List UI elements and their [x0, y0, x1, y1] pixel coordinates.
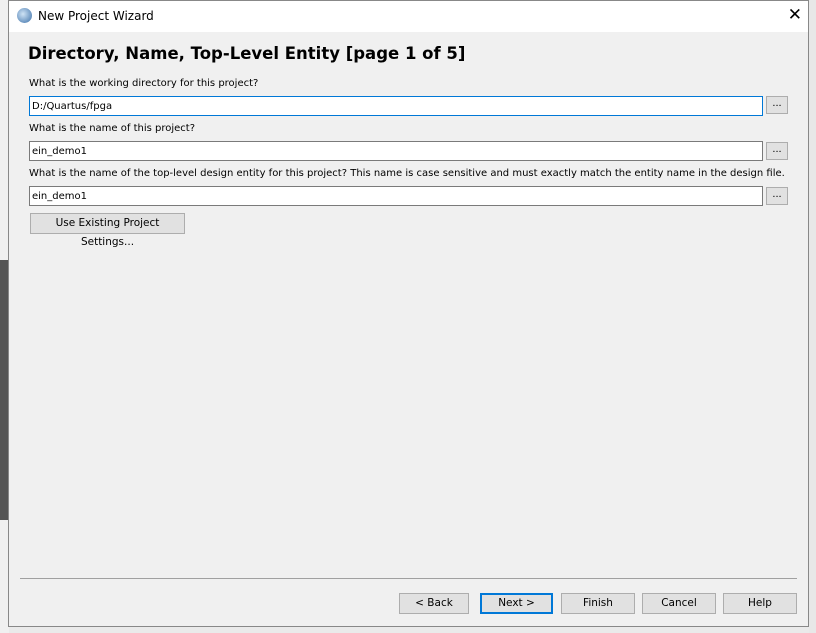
window-title: New Project Wizard — [38, 9, 154, 23]
browse-directory-button[interactable]: ... — [766, 96, 788, 114]
next-button[interactable]: Next > — [480, 593, 553, 614]
working-directory-input[interactable] — [29, 96, 763, 116]
divider — [20, 578, 797, 579]
page-title: Directory, Name, Top-Level Entity [page … — [28, 44, 466, 63]
cancel-button[interactable]: Cancel — [642, 593, 716, 614]
help-button[interactable]: Help — [723, 593, 797, 614]
working-directory-label: What is the working directory for this p… — [29, 78, 259, 89]
browse-entity-button[interactable]: ... — [766, 187, 788, 205]
background-app-bottom — [9, 626, 809, 633]
finish-button[interactable]: Finish — [561, 593, 635, 614]
project-name-input[interactable] — [29, 141, 763, 161]
back-button[interactable]: < Back — [399, 593, 469, 614]
new-project-wizard-dialog: New Project Wizard ✕ Directory, Name, To… — [8, 0, 809, 627]
quartus-app-icon — [17, 8, 32, 23]
use-existing-project-settings-button[interactable]: Use Existing Project Settings... — [30, 213, 185, 248]
project-name-label: What is the name of this project? — [29, 123, 196, 134]
background-app-right — [808, 0, 816, 633]
title-bar[interactable]: New Project Wizard ✕ — [9, 1, 808, 32]
top-level-entity-label: What is the name of the top-level design… — [29, 168, 785, 179]
close-icon[interactable]: ✕ — [788, 5, 802, 25]
browse-project-name-button[interactable]: ... — [766, 142, 788, 160]
top-level-entity-input[interactable] — [29, 186, 763, 206]
